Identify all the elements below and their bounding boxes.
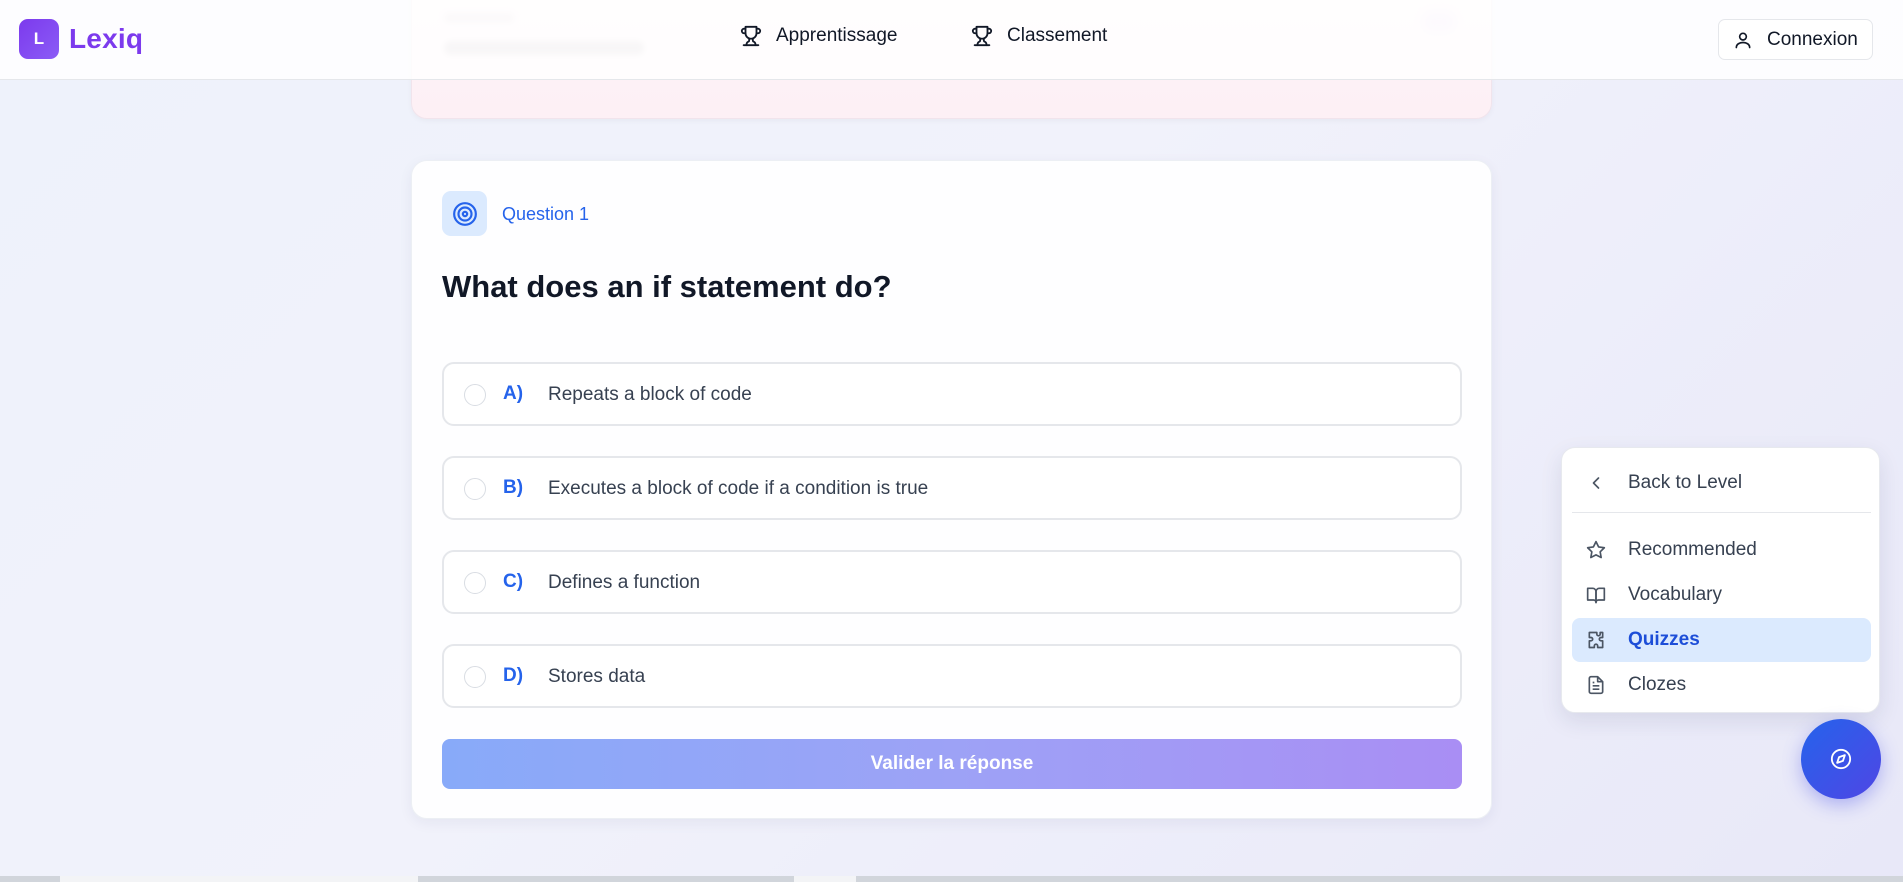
menu-item-label: Quizzes xyxy=(1628,629,1700,650)
nav-learning-label: Apprentissage xyxy=(776,25,898,46)
top-header: L Lexiq Apprentissage Classement Connexi… xyxy=(0,0,1903,80)
menu-item-recommended[interactable]: Recommended xyxy=(1572,528,1871,572)
menu-item-clozes[interactable]: Clozes xyxy=(1572,663,1871,707)
book-icon xyxy=(1586,587,1606,604)
trophy-icon xyxy=(740,25,762,47)
menu-item-label: Vocabulary xyxy=(1628,584,1723,605)
back-to-level-button[interactable]: Back to Level xyxy=(1562,460,1881,506)
answer-option-d[interactable]: D) Stores data xyxy=(442,644,1462,708)
question-number: Question 1 xyxy=(502,204,590,224)
answer-option-c[interactable]: C) Defines a function xyxy=(442,550,1462,614)
nav-ranking-label: Classement xyxy=(1007,25,1108,46)
horizontal-scrollbar[interactable] xyxy=(0,876,1903,882)
nav-ranking[interactable]: Classement xyxy=(971,25,1107,47)
login-button[interactable]: Connexion xyxy=(1718,19,1873,60)
option-text: Executes a block of code if a condition … xyxy=(548,478,929,499)
star-icon xyxy=(1586,540,1606,559)
option-text: Defines a function xyxy=(548,572,701,593)
radio-button[interactable] xyxy=(464,666,486,688)
menu-item-vocabulary[interactable]: Vocabulary xyxy=(1572,573,1871,617)
radio-button[interactable] xyxy=(464,478,486,500)
brand-logo[interactable]: L Lexiq xyxy=(19,19,143,59)
answer-option-b[interactable]: B) Executes a block of code if a conditi… xyxy=(442,456,1462,520)
submit-answer-button[interactable]: Valider la réponse xyxy=(442,739,1462,789)
option-text: Stores data xyxy=(548,666,646,687)
back-label: Back to Level xyxy=(1628,472,1743,493)
option-letter: B) xyxy=(503,477,524,498)
target-icon xyxy=(442,191,487,236)
section-menu: Back to Level Recommended Vocabulary Qui… xyxy=(1561,447,1880,713)
question-card: Question 1 What does an if statement do?… xyxy=(411,160,1492,819)
menu-item-label: Recommended xyxy=(1628,539,1757,560)
option-letter: C) xyxy=(503,571,524,592)
nav-learning[interactable]: Apprentissage xyxy=(740,25,897,47)
radio-button[interactable] xyxy=(464,384,486,406)
option-letter: D) xyxy=(503,665,524,686)
option-letter: A) xyxy=(503,383,524,404)
user-icon xyxy=(1735,31,1751,48)
menu-item-label: Clozes xyxy=(1628,674,1687,695)
menu-item-quizzes[interactable]: Quizzes xyxy=(1572,618,1871,662)
login-label: Connexion xyxy=(1767,28,1858,50)
logo-badge: L xyxy=(19,19,59,59)
navigation-fab[interactable] xyxy=(1801,719,1881,799)
menu-divider xyxy=(1572,512,1871,513)
compass-icon xyxy=(1830,748,1852,770)
puzzle-icon xyxy=(1588,631,1604,649)
question-text: What does an if statement do? xyxy=(442,269,892,304)
radio-button[interactable] xyxy=(464,572,486,594)
brand-name: Lexiq xyxy=(69,23,144,54)
option-text: Repeats a block of code xyxy=(548,384,752,405)
chevron-left-icon xyxy=(1592,477,1600,489)
scrollbar-segment xyxy=(60,876,418,882)
document-icon xyxy=(1588,675,1604,695)
answer-option-a[interactable]: A) Repeats a block of code xyxy=(442,362,1462,426)
scrollbar-segment xyxy=(794,876,856,882)
trophy-icon xyxy=(971,25,993,47)
